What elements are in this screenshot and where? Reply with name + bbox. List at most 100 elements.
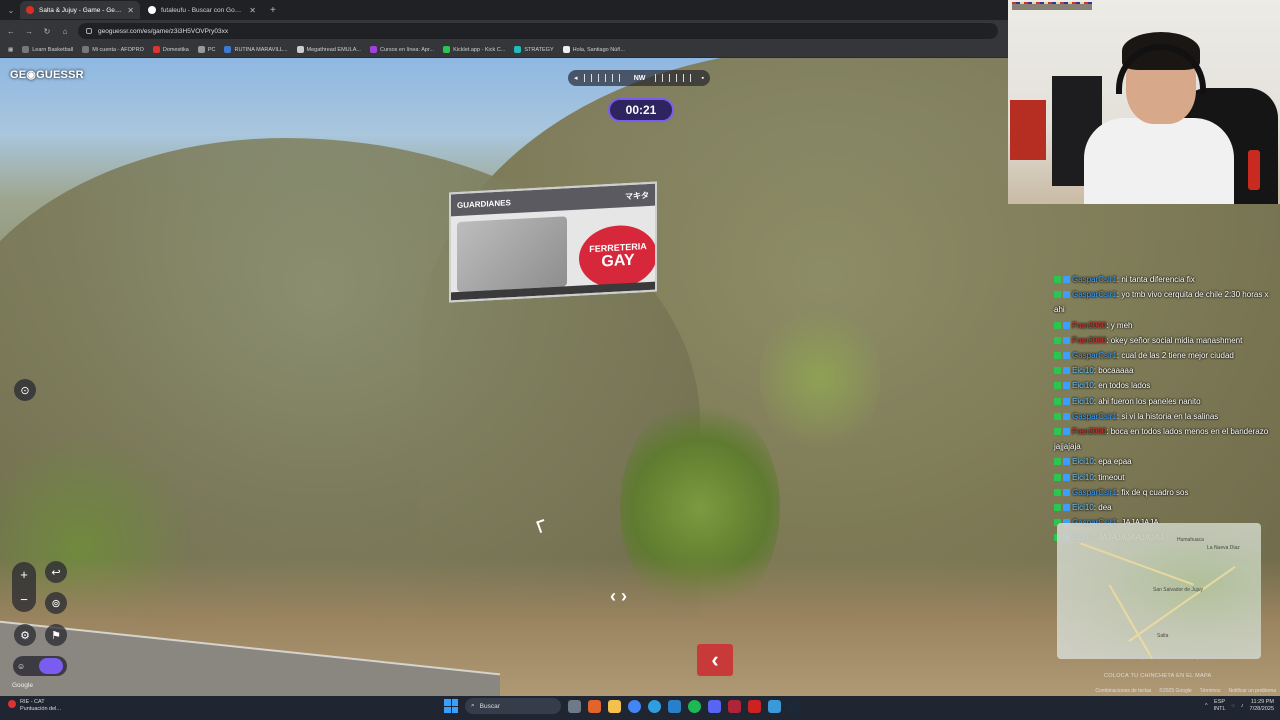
taskbar-search[interactable]: ⌕ Buscar <box>465 698 561 714</box>
close-tab-icon[interactable]: ✕ <box>127 6 134 15</box>
volume-icon[interactable]: ♪ <box>1241 703 1244 709</box>
bookmark-favicon-icon <box>296 46 304 53</box>
bookmark-item[interactable]: Domestika <box>152 46 189 53</box>
chat-username[interactable]: GasparCsir1 <box>1072 488 1117 497</box>
chat-message: GasparCsir1: cual de las 2 tiene mejor c… <box>1054 348 1274 363</box>
windows-start-icon[interactable] <box>444 699 458 713</box>
chat-text: : y meh <box>1106 320 1133 330</box>
compass-right-marker-icon: ▪ <box>701 74 705 82</box>
chat-message: Eici10: dea <box>1054 500 1274 515</box>
edge-icon[interactable] <box>648 699 661 713</box>
bookmark-item[interactable]: Kicklet.app - Kick C... <box>443 46 505 53</box>
new-tab-button[interactable]: + <box>264 5 282 16</box>
address-bar-row: ← → ↻ ⌂ geoguessr.com/es/game/z3i3H5VOVP… <box>0 20 1008 42</box>
tab-search-icon[interactable]: ⌄ <box>4 3 18 17</box>
billboard-makita: マキタ <box>625 190 649 201</box>
red-box <box>1010 100 1046 160</box>
chat-message: GasparCsir1: yo tmb vivo cerquita de chi… <box>1054 287 1274 317</box>
task-view-icon[interactable] <box>568 699 581 713</box>
pin-location-button[interactable]: ⊙ <box>14 379 36 401</box>
discord-icon[interactable] <box>708 699 721 713</box>
chat-text: : si vi la historia en la salinas <box>1116 411 1219 421</box>
place-pin-prompt: COLOCA TU CHINCHETA EN EL MAPA <box>1104 673 1212 679</box>
bookmark-label: RUTINA MARAVILL... <box>234 46 288 53</box>
browser-tab-geoguessr[interactable]: Salta & Jujuy - Game - GeoGue ✕ <box>20 1 140 19</box>
bookmark-item[interactable]: Learn Basketball <box>22 46 73 53</box>
zoom-in-button[interactable]: + <box>20 567 28 582</box>
apps-grid-icon[interactable]: ▦ <box>8 47 13 53</box>
forward-icon[interactable]: → <box>24 27 34 36</box>
chat-text: : ni tanta diferencia fix <box>1116 275 1195 284</box>
legal-link[interactable]: Términos <box>1200 688 1221 694</box>
reload-icon[interactable]: ↻ <box>42 27 52 36</box>
guess-minimap[interactable]: Humahuaca La Nueva Diaz Salta San Salvad… <box>1057 523 1261 659</box>
chrome-icon[interactable] <box>628 699 641 713</box>
move-arrows-icon[interactable]: ‹ › <box>610 586 670 616</box>
compass-ticks <box>655 74 696 82</box>
brave-browser-icon[interactable] <box>588 699 601 713</box>
bookmark-favicon-icon <box>224 46 232 53</box>
bookmark-item[interactable]: Hola, Santiago Núñ... <box>562 46 625 53</box>
clock[interactable]: 11:29 PM 7/28/2025 <box>1250 699 1274 713</box>
chat-username[interactable]: Fran3000 <box>1072 427 1106 436</box>
chat-username[interactable]: GasparCsir1 <box>1072 275 1117 284</box>
compass-bar: ◂ NW ▪ <box>568 70 710 86</box>
home-icon[interactable]: ⌂ <box>60 27 70 36</box>
bookmark-item[interactable]: Megathread EMULA... <box>296 46 361 53</box>
url-text: geoguessr.com/es/game/z3i3H5VOVPry03xx <box>98 27 229 35</box>
back-icon[interactable]: ← <box>6 27 16 36</box>
chat-username[interactable]: GasparCsir1 <box>1072 290 1117 299</box>
chat-username[interactable]: Eici10 <box>1072 397 1094 406</box>
undo-move-button[interactable]: ↩ <box>45 561 67 583</box>
energy-drink-can <box>1248 150 1260 190</box>
bookmark-favicon-icon <box>369 46 377 53</box>
app-icon[interactable] <box>748 699 761 713</box>
chat-toggle[interactable]: ☺ <box>13 656 67 676</box>
notes-icon[interactable] <box>768 699 781 713</box>
map-town-label: San Salvador de Jujuy <box>1153 587 1204 593</box>
chat-username[interactable]: Eici10 <box>1072 503 1094 512</box>
geoguessr-logo[interactable]: GE◉GUESSR <box>10 68 84 81</box>
browser-tab-google[interactable]: futaleufu - Buscar con Google ✕ <box>142 1 262 19</box>
chat-username[interactable]: Eici10 <box>1072 366 1094 375</box>
widget-title: RIE - CAT <box>20 699 45 705</box>
bookmark-item[interactable]: Mi cuenta - AFOPRO <box>82 46 144 53</box>
chat-username[interactable]: Eici10 <box>1072 457 1094 466</box>
chat-username[interactable]: Eici10 <box>1072 381 1094 390</box>
billboard-store-logo: FERRETERIA GAY <box>579 223 657 290</box>
input-language[interactable]: ESP INTL <box>1214 699 1226 713</box>
chat-username[interactable]: Fran3000 <box>1072 336 1106 345</box>
steam-icon[interactable] <box>788 699 801 713</box>
store-icon[interactable] <box>668 699 681 713</box>
site-info-icon[interactable] <box>86 28 92 34</box>
close-tab-icon[interactable]: ✕ <box>249 6 256 15</box>
legal-link[interactable]: Combinaciones de teclas <box>1095 688 1151 694</box>
file-explorer-icon[interactable] <box>608 699 621 713</box>
spotify-icon[interactable] <box>688 699 701 713</box>
chat-username[interactable]: GasparCsir1 <box>1072 412 1117 421</box>
bookmark-folder[interactable]: PC <box>197 46 215 53</box>
url-bar[interactable]: geoguessr.com/es/game/z3i3H5VOVPry03xx <box>78 23 998 39</box>
taskbar-widget[interactable]: RIE - CAT Puntuación del... <box>8 699 61 713</box>
kick-badge-icon <box>1054 504 1061 512</box>
network-icon[interactable]: ◌ <box>1232 703 1235 709</box>
app-icon[interactable] <box>728 699 741 713</box>
tab-title: futaleufu - Buscar con Google <box>161 6 245 14</box>
bookmark-item[interactable]: STRATEGY <box>514 46 554 53</box>
report-flag-button[interactable]: ⚑ <box>45 624 67 646</box>
stream-chat: GasparCsir1: ni tanta diferencia fix Gasp… <box>1054 272 1274 546</box>
bookmark-favicon-icon <box>562 46 570 53</box>
chat-username[interactable]: Fran3000 <box>1072 321 1106 330</box>
tray-overflow-icon[interactable]: ^ <box>1205 703 1208 709</box>
bookmark-item[interactable]: Cursos en línea: Apr... <box>369 46 434 53</box>
legal-link[interactable]: Notificar un problema <box>1228 688 1276 694</box>
subscriber-badge-icon <box>1063 291 1070 299</box>
bookmark-item[interactable]: RUTINA MARAVILL... <box>224 46 288 53</box>
zoom-out-button[interactable]: − <box>20 592 28 607</box>
bookmark-label: Kicklet.app - Kick C... <box>453 46 506 53</box>
settings-button[interactable]: ⚙ <box>14 624 36 646</box>
bookmark-favicon-icon <box>22 46 30 53</box>
return-to-start-button[interactable]: ⊚ <box>45 592 67 614</box>
chat-username[interactable]: GasparCsir1 <box>1072 351 1117 360</box>
chat-username[interactable]: Eici10 <box>1072 473 1094 482</box>
